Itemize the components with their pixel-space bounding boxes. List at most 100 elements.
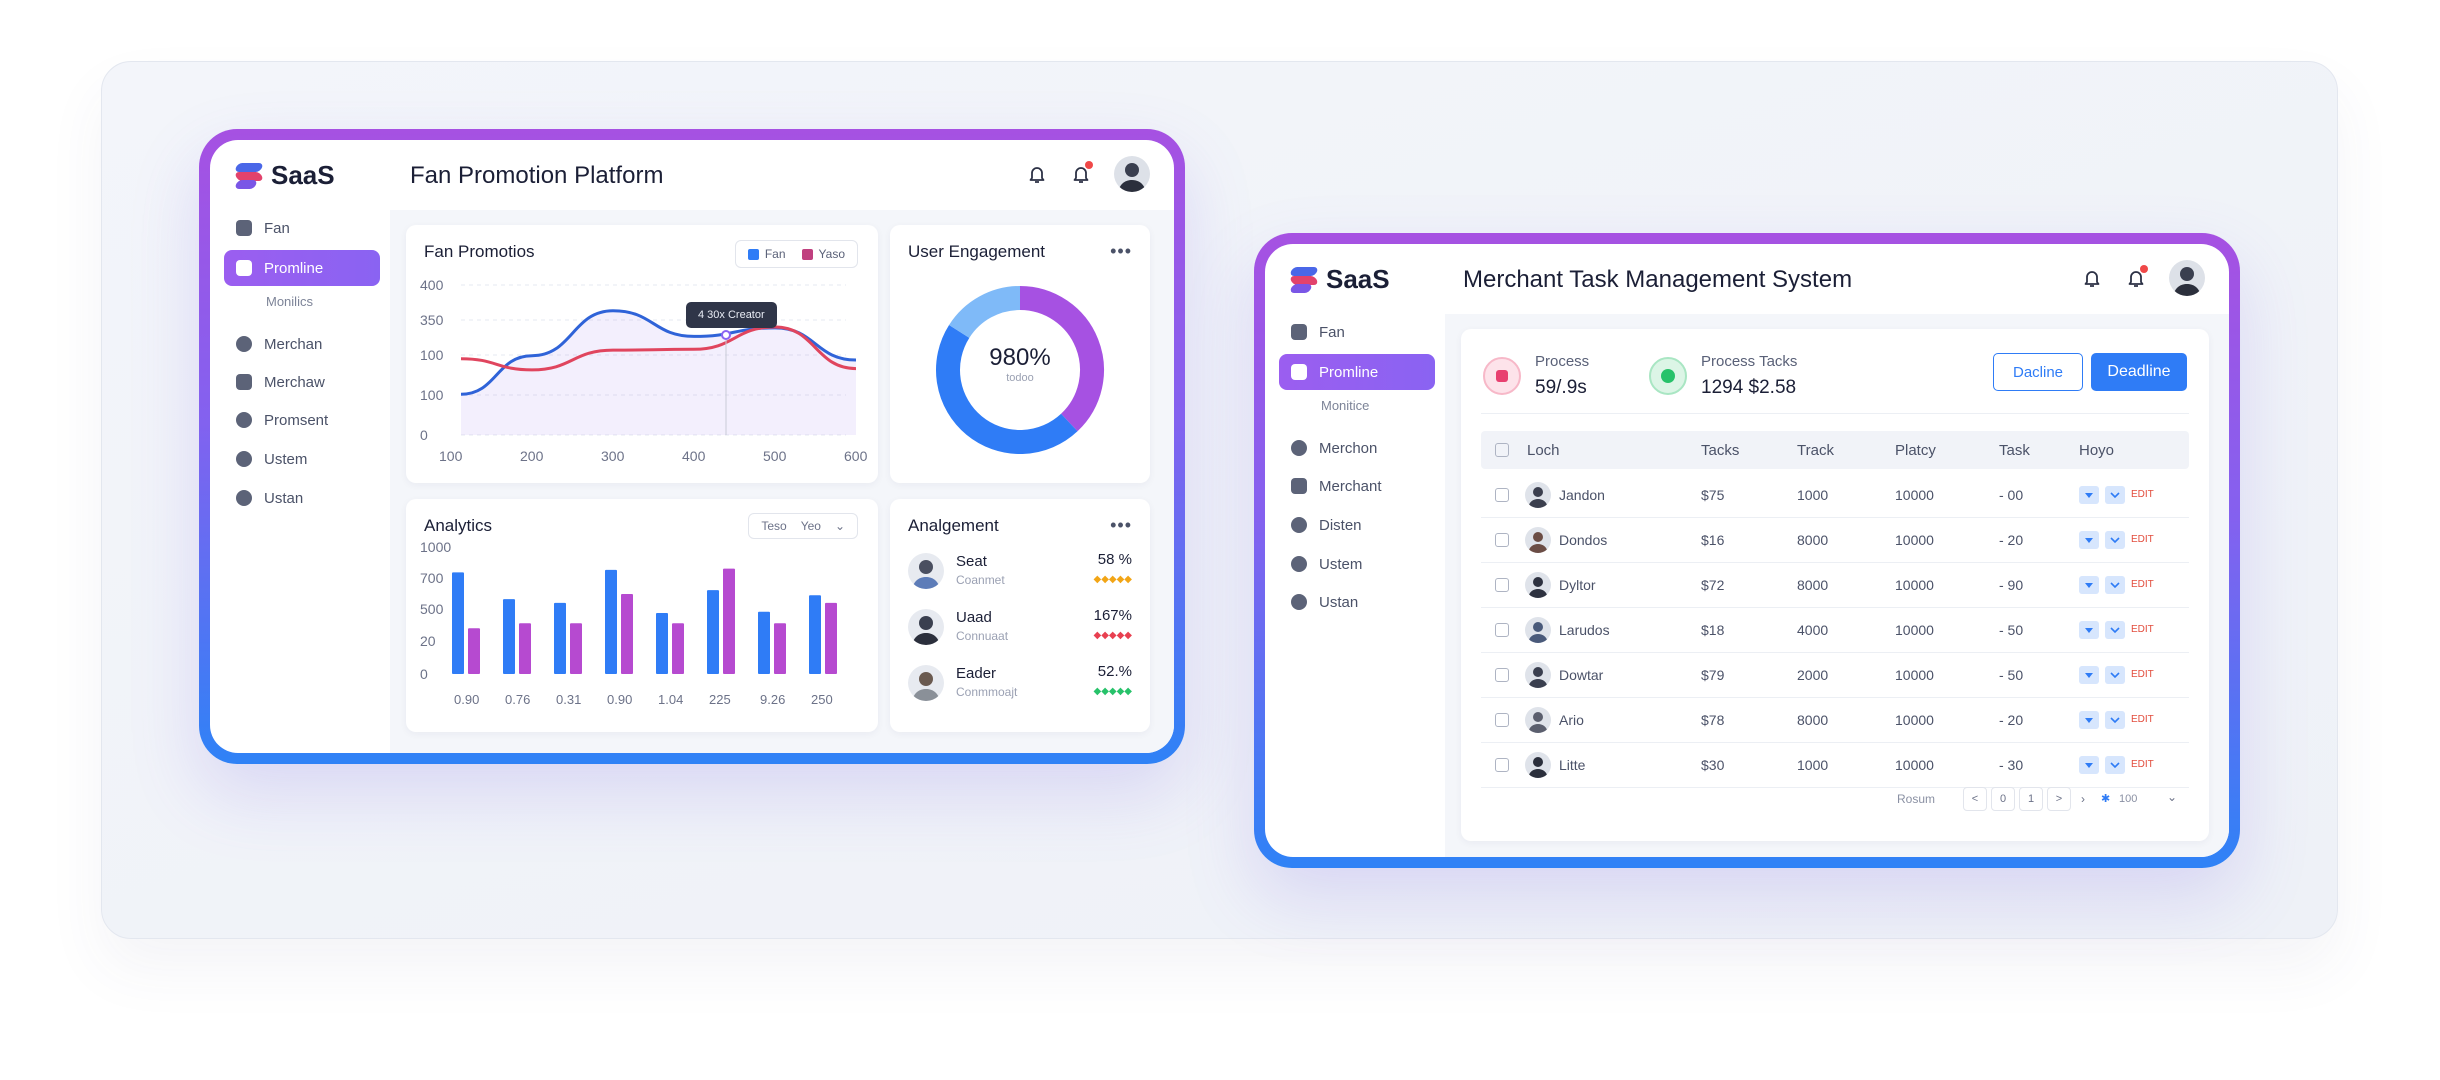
edit-link[interactable]: EDIT	[2131, 534, 2154, 545]
pager-page-1[interactable]: 1	[2019, 787, 2043, 811]
notification-bell-icon[interactable]	[1070, 161, 1093, 185]
decline-button[interactable]: Dacline	[1993, 353, 2083, 391]
list-item[interactable]: Eader Conmmoajt 52.% ◆◆◆◆◆	[908, 661, 1132, 707]
avatar	[1525, 662, 1551, 688]
fan-promotion-card: SaaS Fan Promotion Platform Fan Promline…	[199, 129, 1185, 764]
bell-icon[interactable]	[2081, 267, 2103, 289]
sidebar-item-label: Fan	[1319, 323, 1345, 341]
row-percent: 167%	[1093, 607, 1132, 624]
pager-next[interactable]: >	[2047, 787, 2071, 811]
row-checkbox[interactable]	[1495, 578, 1509, 592]
edit-link[interactable]: EDIT	[2131, 759, 2154, 770]
table-row[interactable]: Dondos $16 8000 10000 - 20 EDIT	[1481, 518, 2189, 563]
list-item[interactable]: Uaad Connuaat 167% ◆◆◆◆◆	[908, 605, 1132, 651]
sidebar-item-merchant[interactable]: Merchant	[1279, 468, 1435, 504]
row-checkbox[interactable]	[1495, 533, 1509, 547]
row-checkbox[interactable]	[1495, 713, 1509, 727]
row-checkbox[interactable]	[1495, 668, 1509, 682]
deadline-button[interactable]: Deadline	[2091, 353, 2187, 391]
row-checkbox[interactable]	[1495, 623, 1509, 637]
table-row[interactable]: Jandon $75 1000 10000 - 00 EDIT	[1481, 473, 2189, 518]
chevron-down-icon[interactable]	[2105, 756, 2125, 774]
move-down-button[interactable]	[2079, 756, 2099, 774]
chevron-down-icon[interactable]	[2105, 531, 2125, 549]
sidebar-subitem-monilics[interactable]: Monilics	[266, 294, 313, 309]
table-row[interactable]: Dowtar $79 2000 10000 - 50 EDIT	[1481, 653, 2189, 698]
table-row[interactable]: Larudos $18 4000 10000 - 50 EDIT	[1481, 608, 2189, 653]
bar-secondary	[468, 628, 480, 674]
column-header[interactable]: Track	[1797, 442, 1834, 459]
sidebar-item-ustan[interactable]: Ustan	[224, 480, 380, 516]
sidebar-item-ustem[interactable]: Ustem	[224, 441, 380, 477]
edit-link[interactable]: EDIT	[2131, 624, 2154, 635]
move-down-button[interactable]	[2079, 621, 2099, 639]
sidebar-item-merchaw[interactable]: Merchaw	[224, 364, 380, 400]
sidebar-item-disten[interactable]: Disten	[1279, 507, 1435, 543]
cell-name: Litte	[1559, 757, 1586, 773]
gear-icon[interactable]: ✱	[2101, 792, 2110, 805]
sidebar-item-ustan[interactable]: Ustan	[1279, 584, 1435, 620]
cell-track: 8000	[1797, 532, 1829, 548]
sidebar-item-promsent[interactable]: Promsent	[224, 402, 380, 438]
move-down-button[interactable]	[2079, 486, 2099, 504]
y-tick-label: 100	[420, 387, 444, 403]
brand-logo[interactable]: SaaS	[234, 160, 335, 191]
sidebar-subitem-monitice[interactable]: Monitice	[1321, 398, 1369, 413]
column-header[interactable]: Platcy	[1895, 442, 1936, 459]
move-down-button[interactable]	[2079, 576, 2099, 594]
row-checkbox[interactable]	[1495, 488, 1509, 502]
top-actions	[1026, 156, 1150, 192]
analgement-panel: Analgement ••• Seat Coanmet 58 % ◆◆◆◆◆ U…	[890, 499, 1150, 732]
edit-link[interactable]: EDIT	[2131, 669, 2154, 680]
sidebar-item-fan[interactable]: Fan	[1279, 314, 1435, 350]
chevron-down-icon[interactable]	[2105, 486, 2125, 504]
fan-promotions-panel: Fan Promotios Fan Yaso 400 350 100 100 0 100 2…	[406, 225, 878, 483]
table-row[interactable]: Dyltor $72 8000 10000 - 90 EDIT	[1481, 563, 2189, 608]
brand-logo[interactable]: SaaS	[1289, 264, 1390, 295]
cell-tacks: $30	[1701, 757, 1725, 773]
chevron-down-icon[interactable]	[2105, 576, 2125, 594]
chevron-down-icon[interactable]	[2105, 711, 2125, 729]
per-page-value[interactable]: 100	[2119, 793, 2137, 805]
sidebar-item-merchan[interactable]: Merchan	[224, 326, 380, 362]
bar-primary	[503, 599, 515, 674]
notification-bell-icon[interactable]	[2125, 265, 2148, 289]
row-checkbox[interactable]	[1495, 758, 1509, 772]
x-tick-label: 100	[439, 448, 463, 464]
user-avatar[interactable]	[1114, 156, 1150, 192]
line-chart[interactable]: 400 350 100 100 0 100 200 300 400 500 600	[406, 225, 878, 483]
edit-link[interactable]: EDIT	[2131, 489, 2154, 500]
highlight-point	[721, 330, 731, 340]
chevron-right-icon[interactable]: ›	[2081, 792, 2085, 806]
stat-process: Process 59/.9s	[1483, 345, 1643, 415]
table-row[interactable]: Litte $30 1000 10000 - 30 EDIT	[1481, 743, 2189, 788]
pager-prev[interactable]: <	[1963, 787, 1987, 811]
divider	[1481, 413, 2189, 414]
sidebar-item-ustem[interactable]: Ustem	[1279, 546, 1435, 582]
select-all-checkbox[interactable]	[1495, 443, 1509, 457]
sidebar-item-promline[interactable]: Promline	[224, 250, 380, 286]
more-icon[interactable]: •••	[1110, 515, 1132, 536]
sidebar-item-merchon[interactable]: Merchon	[1279, 430, 1435, 466]
move-down-button[interactable]	[2079, 666, 2099, 684]
column-header[interactable]: Tacks	[1701, 442, 1739, 459]
pager-page-0[interactable]: 0	[1991, 787, 2015, 811]
move-down-button[interactable]	[2079, 531, 2099, 549]
sidebar-item-promline[interactable]: Promline	[1279, 354, 1435, 390]
column-header[interactable]: Task	[1999, 442, 2030, 459]
sidebar-item-fan[interactable]: Fan	[224, 210, 380, 246]
column-header[interactable]: Loch	[1527, 442, 1560, 459]
edit-link[interactable]: EDIT	[2131, 579, 2154, 590]
chevron-down-icon[interactable]	[2105, 621, 2125, 639]
list-item[interactable]: Seat Coanmet 58 % ◆◆◆◆◆	[908, 549, 1132, 595]
chevron-down-icon[interactable]: ⌄	[2167, 790, 2177, 804]
plus-circle-icon	[236, 412, 252, 428]
user-avatar[interactable]	[2169, 260, 2205, 296]
table-row[interactable]: Ario $78 8000 10000 - 20 EDIT	[1481, 698, 2189, 743]
edit-link[interactable]: EDIT	[2131, 714, 2154, 725]
chevron-down-icon[interactable]	[2105, 666, 2125, 684]
column-header[interactable]: Hoyo	[2079, 442, 2114, 459]
bell-icon[interactable]	[1026, 163, 1048, 185]
move-down-button[interactable]	[2079, 711, 2099, 729]
bar-chart[interactable]: 1000 700 500 20 0 0.90 0.76 0.31 0.90 1.04 225 9.26…	[406, 499, 878, 732]
